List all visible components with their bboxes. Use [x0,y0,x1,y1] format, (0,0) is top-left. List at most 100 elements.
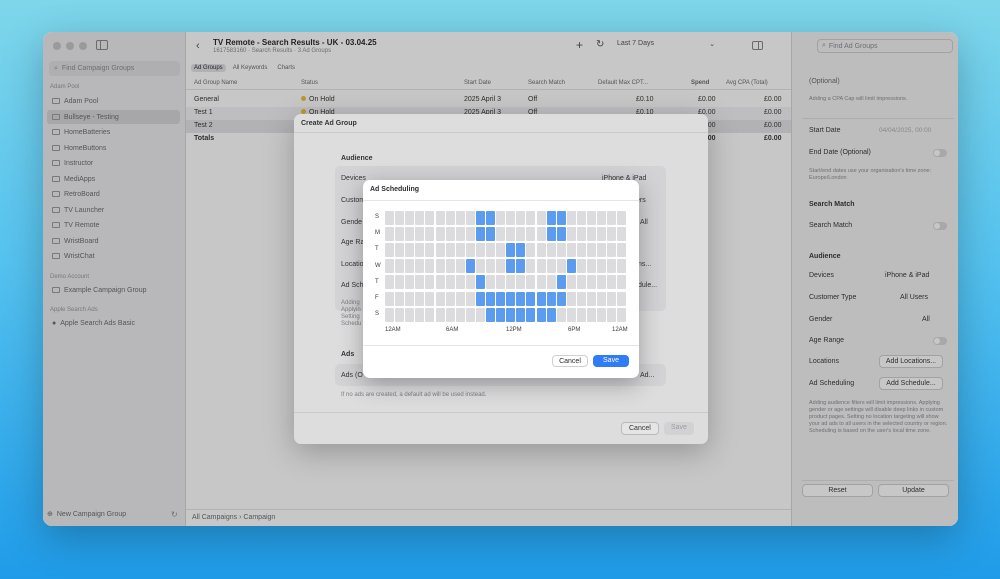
schedule-cell[interactable] [587,211,596,225]
schedule-cell[interactable] [415,275,425,290]
schedule-cell[interactable] [617,307,627,322]
schedule-cell[interactable] [425,227,435,242]
schedule-cell[interactable] [587,307,596,322]
schedule-cell[interactable] [425,291,435,306]
schedule-cell[interactable] [465,211,475,225]
schedule-cell[interactable] [455,259,465,274]
schedule-cell[interactable] [516,211,526,225]
schedule-cell[interactable] [385,259,394,274]
schedule-cell[interactable] [556,243,566,258]
schedule-cell[interactable] [445,275,455,290]
schedule-cell[interactable] [597,211,607,225]
schedule-cell[interactable] [465,243,475,258]
schedule-cell[interactable] [587,291,596,306]
schedule-cell[interactable] [425,211,435,225]
schedule-cell[interactable] [506,227,516,242]
schedule-cell[interactable] [566,243,576,258]
schedule-cell[interactable] [405,243,415,258]
schedule-cell[interactable] [475,227,485,242]
schedule-cell[interactable] [475,211,485,225]
schedule-cell[interactable] [576,259,586,274]
schedule-cell[interactable] [486,291,495,306]
schedule-cell[interactable] [516,243,526,258]
schedule-cell[interactable] [556,211,566,225]
schedule-cell[interactable] [607,211,617,225]
schedule-cell[interactable] [526,211,536,225]
schedule-cell[interactable] [536,307,546,322]
schedule-cell[interactable] [546,211,556,225]
schedule-cell[interactable] [475,243,485,258]
schedule-cell[interactable] [496,243,506,258]
schedule-cell[interactable] [546,227,556,242]
schedule-cell[interactable] [617,259,627,274]
schedule-cell[interactable] [587,243,596,258]
schedule-cell[interactable] [385,291,394,306]
schedule-cell[interactable] [556,259,566,274]
schedule-cell[interactable] [405,291,415,306]
schedule-cell[interactable] [617,243,627,258]
schedule-cell[interactable] [435,275,445,290]
schedule-cell[interactable] [506,211,516,225]
schedule-cell[interactable] [566,227,576,242]
schedule-cell[interactable] [506,259,516,274]
schedule-cell[interactable] [536,211,546,225]
schedule-cell[interactable] [516,275,526,290]
schedule-cell[interactable] [607,275,617,290]
schedule-cell[interactable] [445,259,455,274]
schedule-cell[interactable] [395,243,405,258]
schedule-cell[interactable] [566,211,576,225]
schedule-cell[interactable] [395,259,405,274]
schedule-cell[interactable] [546,259,556,274]
schedule-cell[interactable] [486,307,495,322]
schedule-cell[interactable] [556,307,566,322]
schedule-cell[interactable] [445,227,455,242]
schedule-cell[interactable] [455,227,465,242]
schedule-cell[interactable] [526,259,536,274]
schedule-cell[interactable] [496,259,506,274]
schedule-cell[interactable] [475,275,485,290]
schedule-cell[interactable] [506,243,516,258]
schedule-cell[interactable] [385,227,394,242]
schedule-cell[interactable] [455,211,465,225]
schedule-cell[interactable] [576,243,586,258]
schedule-cell[interactable] [405,227,415,242]
schedule-cell[interactable] [475,307,485,322]
schedule-cell[interactable] [597,291,607,306]
schedule-cell[interactable] [496,211,506,225]
schedule-cell[interactable] [405,211,415,225]
schedule-cell[interactable] [607,291,617,306]
schedule-cell[interactable] [556,227,566,242]
schedule-cell[interactable] [425,259,435,274]
schedule-cell[interactable] [506,275,516,290]
schedule-cell[interactable] [587,259,596,274]
schedule-cell[interactable] [556,275,566,290]
schedule-cell[interactable] [576,307,586,322]
schedule-cell[interactable] [405,259,415,274]
schedule-cell[interactable] [546,243,556,258]
schedule-cell[interactable] [597,307,607,322]
schedule-cell[interactable] [587,227,596,242]
schedule-cell[interactable] [566,291,576,306]
schedule-cell[interactable] [496,291,506,306]
schedule-cell[interactable] [506,291,516,306]
schedule-cell[interactable] [617,227,627,242]
schedule-cell[interactable] [445,307,455,322]
schedule-cell[interactable] [516,291,526,306]
schedule-cell[interactable] [617,275,627,290]
schedule-cell[interactable] [475,291,485,306]
schedule-cell[interactable] [486,243,495,258]
schedule-cell[interactable] [486,259,495,274]
schedule-cell[interactable] [445,211,455,225]
schedule-cell[interactable] [415,211,425,225]
schedule-cell[interactable] [425,307,435,322]
schedule-cell[interactable] [435,227,445,242]
schedule-cell[interactable] [465,259,475,274]
schedule-cell[interactable] [465,275,475,290]
schedule-cell[interactable] [607,243,617,258]
schedule-cell[interactable] [546,291,556,306]
schedule-cell[interactable] [566,275,576,290]
schedule-cell[interactable] [526,227,536,242]
schedule-cell[interactable] [385,211,394,225]
schedule-cell[interactable] [445,243,455,258]
schedule-cell[interactable] [465,307,475,322]
